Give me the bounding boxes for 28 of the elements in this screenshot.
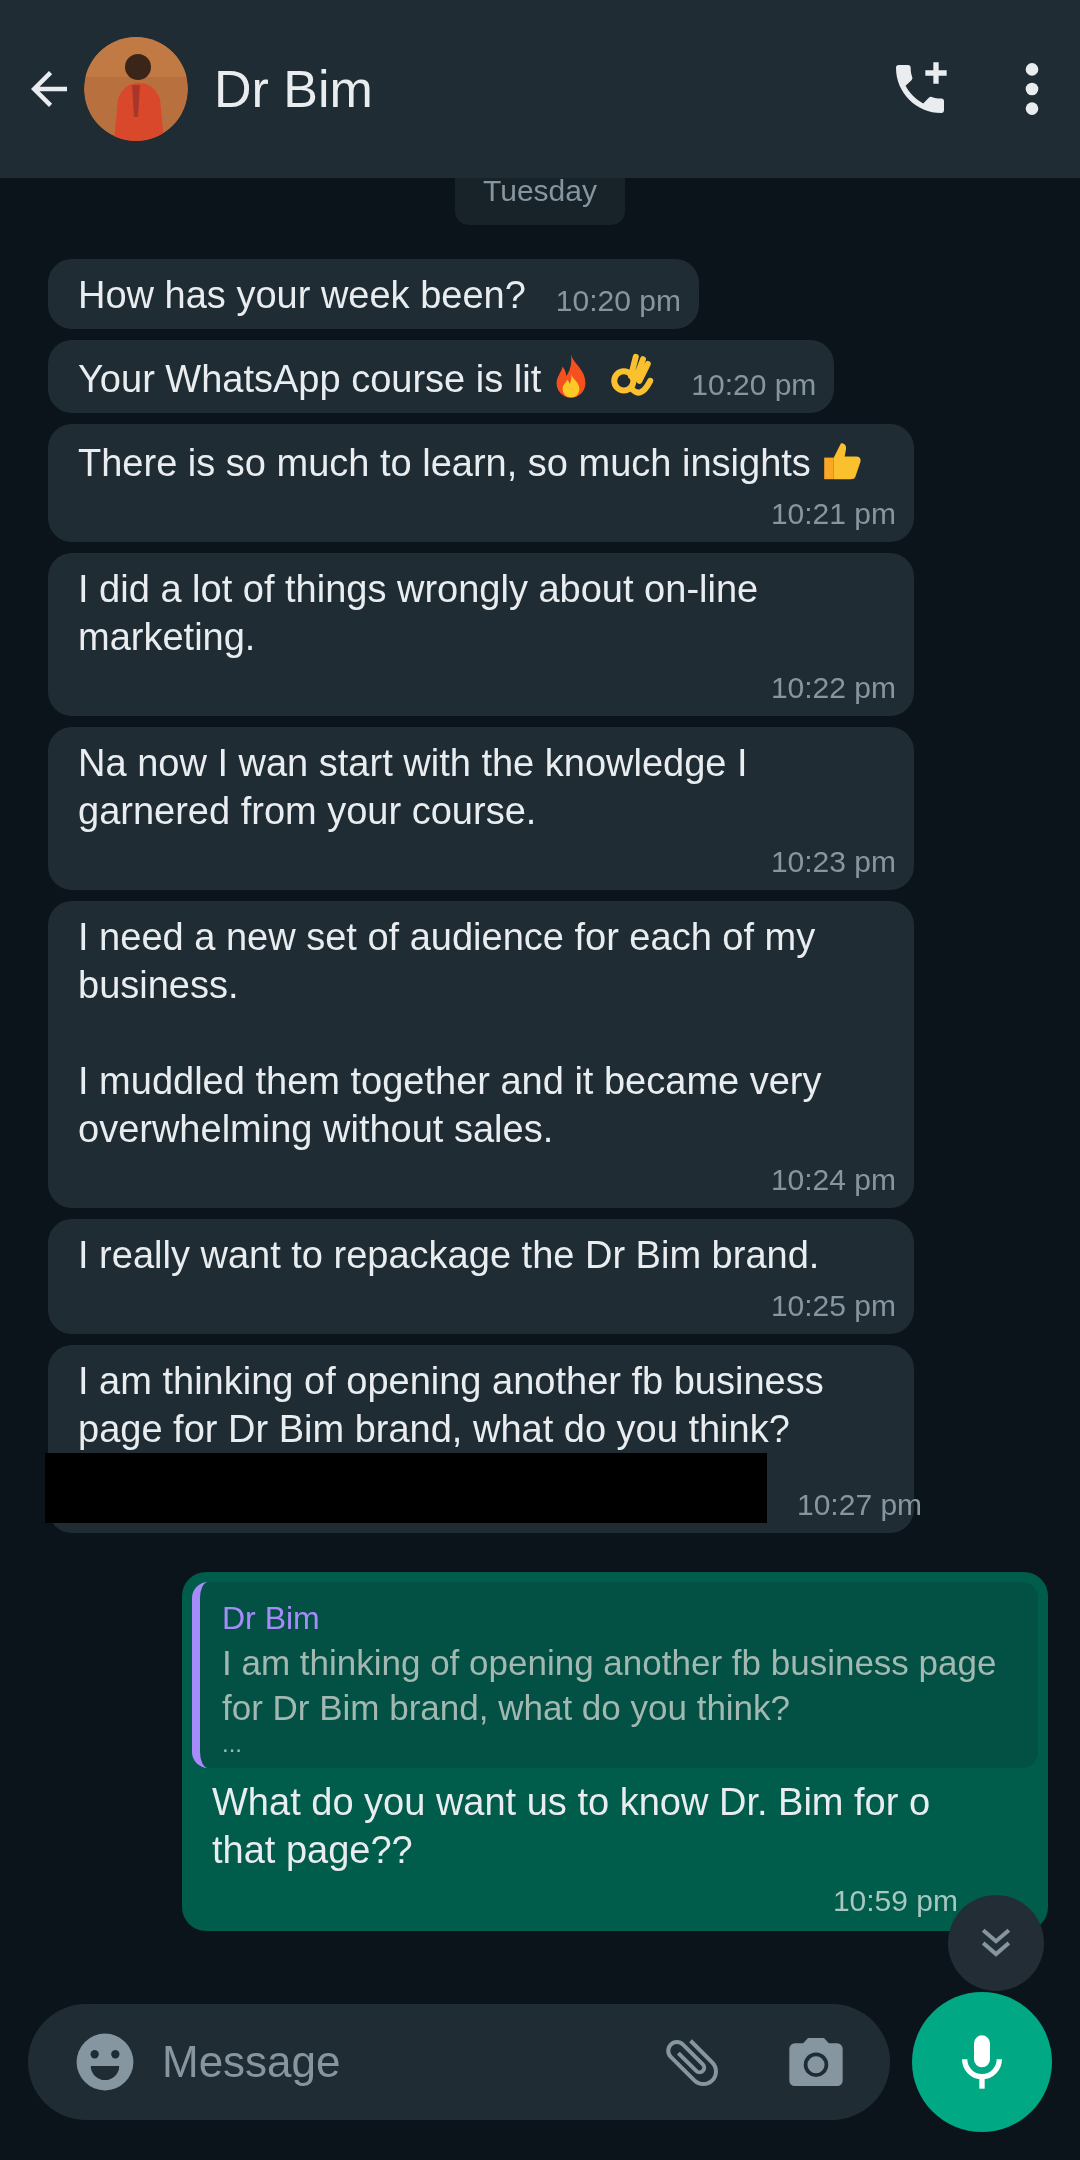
message-time: 10:21 pm (769, 496, 896, 532)
quote-text: I am thinking of opening another fb business page for Dr Bim brand, what do you think? (222, 1642, 998, 1729)
message-time: 10:27 pm (796, 1487, 923, 1523)
message-text: How has your week been? (78, 274, 526, 316)
date-chip: Tuesday (455, 178, 625, 225)
quote-author: Dr Bim (222, 1599, 321, 1638)
message-text: There is so much to learn, so much insights (78, 442, 811, 484)
emoji-icon[interactable] (74, 2031, 136, 2093)
message-time: 10:23 pm (769, 844, 896, 880)
contact-name[interactable]: Dr Bim (214, 50, 373, 128)
quote-ellipsis: ... (222, 1730, 243, 1758)
message-text: I need a new set of audience for each of my business. I muddled them together and it became very overwhelming without sales. (78, 916, 822, 1150)
message-time: 10:24 pm (769, 1162, 896, 1198)
message-time: 10:20 pm (554, 283, 681, 319)
message-text: Your WhatsApp course is lit (78, 358, 542, 400)
message-time: 10:20 pm (690, 367, 817, 403)
message-text: Na now I wan start with the knowledge I garnered from your course. (78, 742, 748, 832)
menu-icon[interactable] (1024, 61, 1040, 117)
message-text: What do you want us to know Dr. Bim for o that page?? (212, 1781, 931, 1871)
message-input[interactable]: Message (162, 2029, 660, 2095)
message-field[interactable]: Message (28, 2004, 890, 2120)
quoted-message[interactable]: Dr Bim I am thinking of opening another fb business page for Dr Bim brand, what do you think? ... (192, 1582, 1038, 1768)
message-text: I did a lot of things wrongly about on-line marketing. (78, 568, 759, 658)
message-time: 10:25 pm (769, 1288, 896, 1324)
message-time: 10:22 pm (769, 670, 896, 706)
message-text: I really want to repackage the Dr Bim brand. (78, 1234, 820, 1276)
message-text: I am thinking of opening another fb business page for Dr Bim brand, what do you think? (78, 1360, 824, 1450)
message-time: 10:59 pm (831, 1883, 959, 1919)
